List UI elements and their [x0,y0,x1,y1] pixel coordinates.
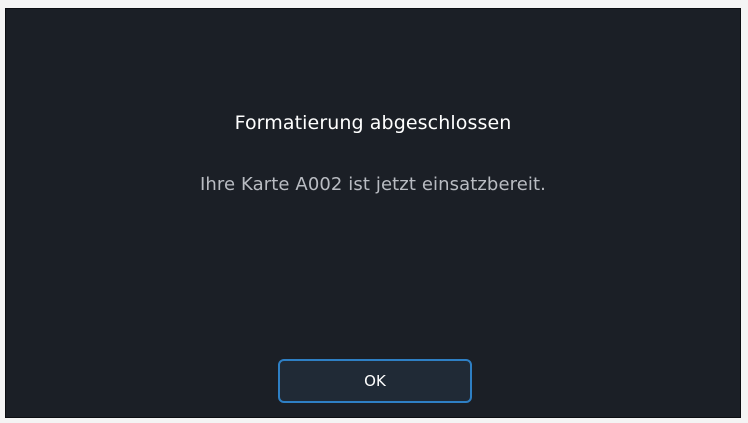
ok-button[interactable]: OK [278,359,472,403]
formatting-complete-dialog: Formatierung abgeschlossen Ihre Karte A0… [5,8,741,418]
dialog-title: Formatierung abgeschlossen [234,112,512,134]
dialog-message: Ihre Karte A002 ist jetzt einsatzbereit. [200,174,546,195]
